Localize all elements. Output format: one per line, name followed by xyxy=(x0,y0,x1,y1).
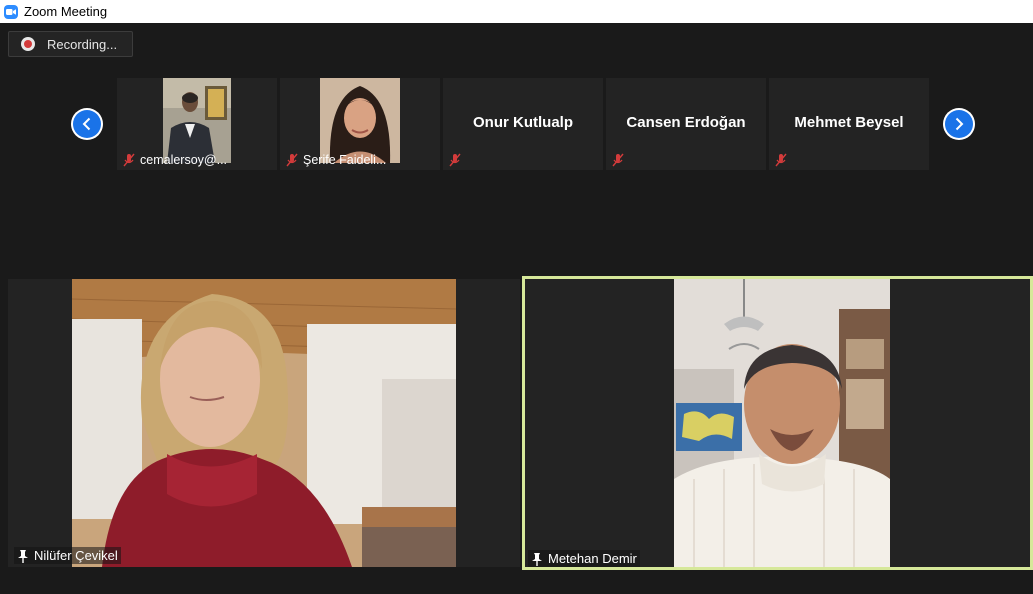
participant-video xyxy=(320,78,400,163)
participant-video xyxy=(163,78,231,163)
participant-label: Nilüfer Çevikel xyxy=(14,547,121,564)
record-icon xyxy=(21,37,35,51)
tile-footer: Şerife Faideli... xyxy=(284,152,386,168)
participant-tile-strip[interactable]: Mehmet Beysel xyxy=(769,78,929,170)
chevron-left-icon xyxy=(82,117,91,131)
window-titlebar: Zoom Meeting xyxy=(0,0,1033,23)
mic-muted-icon xyxy=(773,152,789,168)
participant-tile-strip[interactable]: Onur Kutlualp xyxy=(443,78,603,170)
window-title: Zoom Meeting xyxy=(24,4,108,19)
participant-tile-strip[interactable]: cemalersoy@... xyxy=(117,78,277,170)
recording-label: Recording... xyxy=(47,36,118,52)
participant-name: Şerife Faideli... xyxy=(303,153,387,167)
participant-name-center: Cansen Erdoğan xyxy=(626,114,746,131)
zoom-camera-icon xyxy=(4,4,18,19)
participant-name-center: Mehmet Beysel xyxy=(794,114,904,131)
recording-indicator[interactable]: Recording... xyxy=(8,31,133,57)
pin-icon xyxy=(18,549,28,563)
participant-tile-strip[interactable]: Şerife Faideli... xyxy=(280,78,440,170)
tile-footer xyxy=(447,152,463,168)
participant-name: Metehan Demir xyxy=(548,551,637,566)
meeting-area: Recording... cemalersoy@... Şerife Faide… xyxy=(0,23,1033,594)
participant-name-center: Onur Kutlualp xyxy=(473,114,573,131)
participant-video xyxy=(674,279,890,567)
participant-tile-large[interactable]: Nilüfer Çevikel xyxy=(8,279,520,567)
tile-footer: cemalersoy@... xyxy=(121,152,227,168)
participant-tile-large-active[interactable]: Metehan Demir xyxy=(522,276,1033,570)
participant-video xyxy=(72,279,456,567)
mic-muted-icon xyxy=(447,152,463,168)
previous-page-button[interactable] xyxy=(71,108,103,140)
tile-footer xyxy=(773,152,789,168)
participant-name: cemalersoy@... xyxy=(140,153,228,167)
participant-label: Metehan Demir xyxy=(528,550,640,567)
participant-tile-strip[interactable]: Cansen Erdoğan xyxy=(606,78,766,170)
pin-icon xyxy=(532,552,542,566)
mic-muted-icon xyxy=(610,152,626,168)
tile-footer xyxy=(610,152,626,168)
mic-muted-icon xyxy=(121,152,137,168)
next-page-button[interactable] xyxy=(943,108,975,140)
chevron-right-icon xyxy=(955,117,964,131)
participant-name: Nilüfer Çevikel xyxy=(34,548,118,563)
mic-muted-icon xyxy=(284,152,300,168)
